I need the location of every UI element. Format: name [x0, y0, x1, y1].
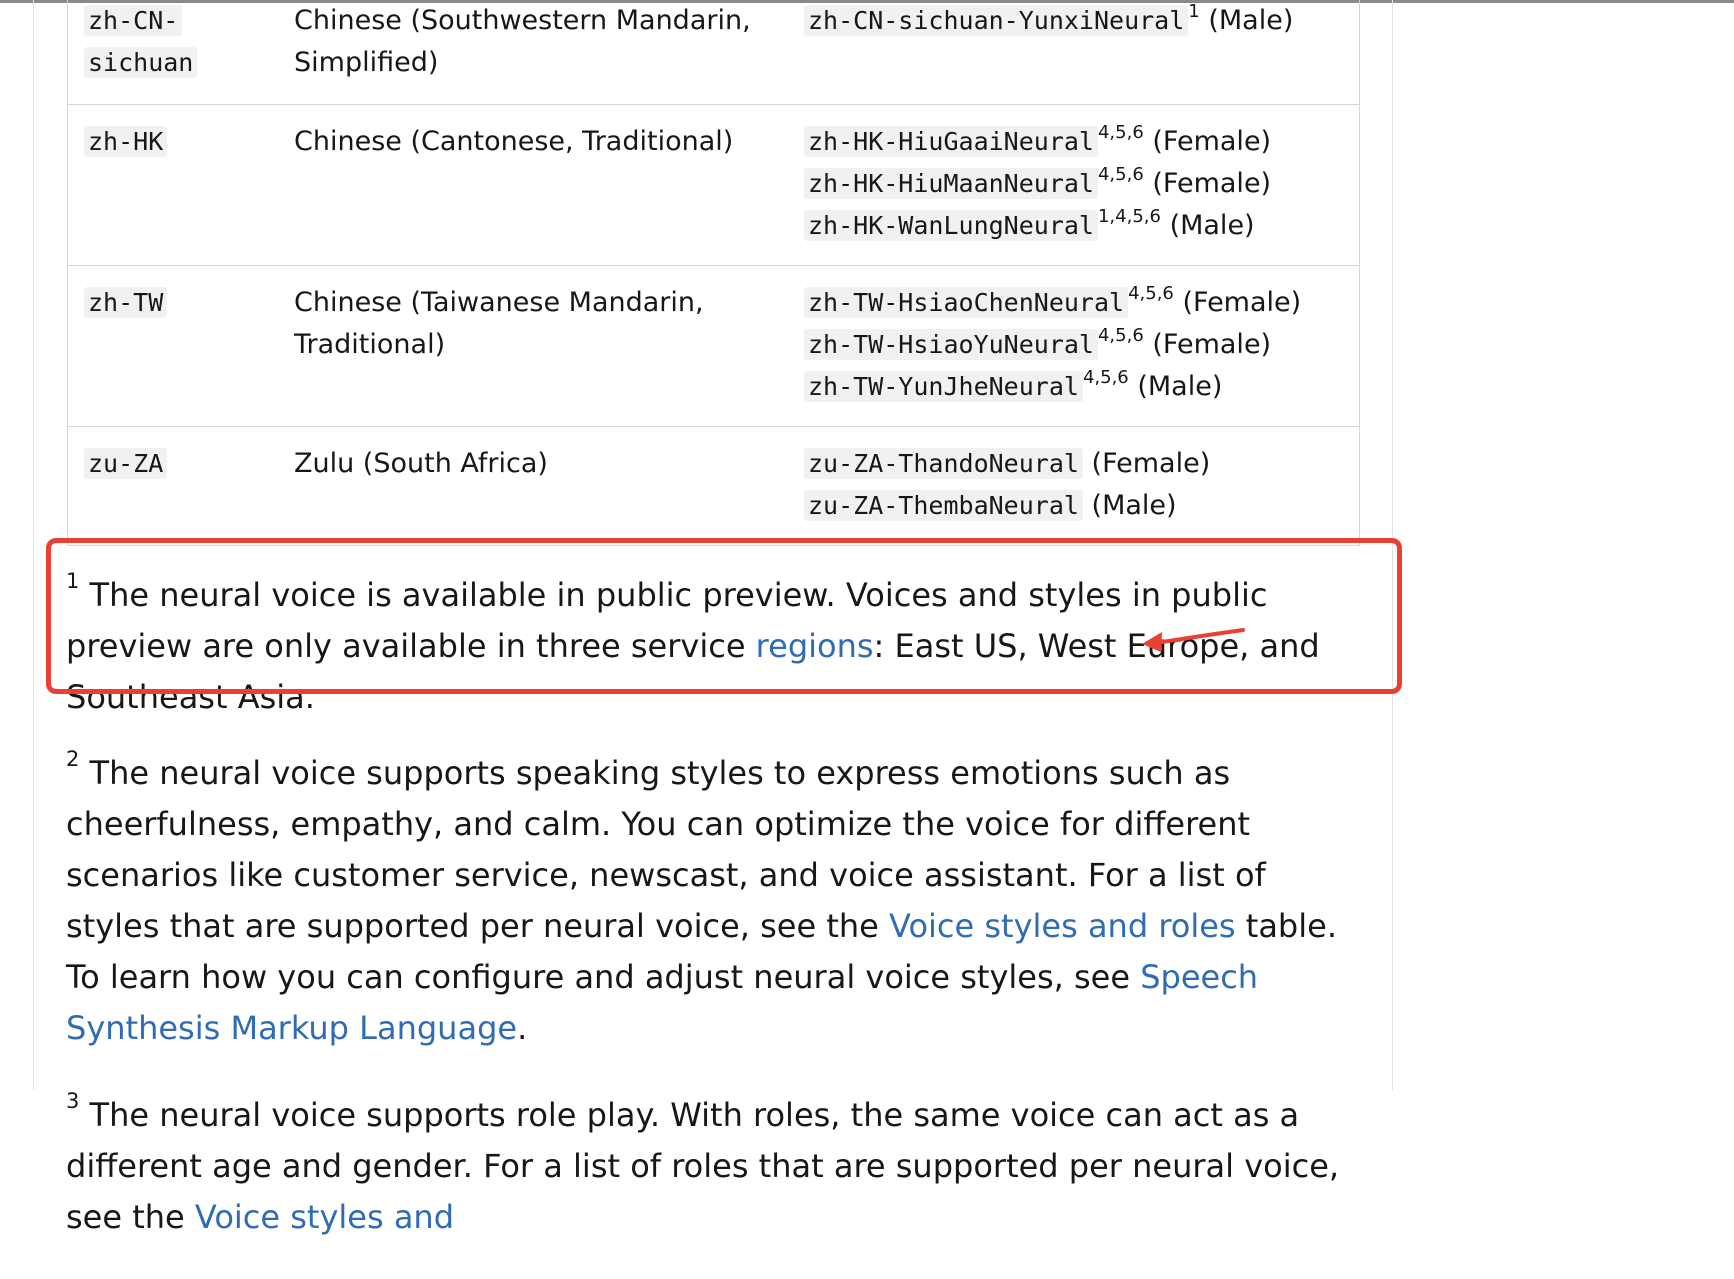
voice-footnote-ref: 4,5,6	[1082, 367, 1129, 388]
language-name: Chinese (Taiwanese Mandarin,	[294, 287, 704, 318]
voices-cell: zu-ZA-ThandoNeural (Female) zu-ZA-Themba…	[804, 426, 1360, 546]
table-row: zh-CN- sichuan Chinese (Southwestern Man…	[67, 0, 1360, 105]
voice-entry: zh-TW-YunJheNeural 4,5,6 (Male)	[804, 366, 1359, 408]
voice-styles-roles-link[interactable]: Voice styles and roles	[889, 907, 1236, 945]
voice-entry: zu-ZA-ThembaNeural (Male)	[804, 485, 1359, 527]
voice-gender: (Male)	[1169, 210, 1255, 241]
voice-entry: zh-TW-HsiaoChenNeural 4,5,6 (Female)	[804, 282, 1359, 324]
locale-cell: zh-TW	[67, 265, 294, 427]
voice-name: zh-HK-HiuGaaiNeural	[804, 126, 1098, 157]
highlight-annotation-box	[46, 538, 1402, 694]
locale-code: zh-CN-	[84, 5, 183, 36]
locale-code: zh-TW	[84, 287, 168, 318]
voice-footnote-ref: 4,5,6	[1097, 164, 1144, 185]
voice-gender: (Female)	[1152, 329, 1272, 360]
language-cell: Chinese (Taiwanese Mandarin, Traditional…	[294, 265, 804, 427]
voice-name: zu-ZA-ThandoNeural	[804, 448, 1083, 479]
voice-footnote-ref: 4,5,6	[1097, 122, 1144, 143]
locale-cell: zu-ZA	[67, 426, 294, 546]
locale-cell: zh-HK	[67, 104, 294, 266]
voice-name: zu-ZA-ThembaNeural	[804, 490, 1083, 521]
language-cell: Chinese (Cantonese, Traditional)	[294, 104, 804, 266]
footnote-text: .	[517, 1009, 528, 1047]
voice-styles-link[interactable]: Voice styles and	[195, 1198, 454, 1236]
language-name: Simplified)	[294, 47, 439, 78]
voice-footnote-ref: 4,5,6	[1128, 283, 1174, 304]
voice-footnote-ref: 1,4,5,6	[1097, 206, 1161, 227]
language-name: Traditional)	[294, 329, 446, 360]
voice-name: zh-TW-HsiaoChenNeural	[804, 287, 1129, 318]
footnote-number: 2	[66, 747, 80, 772]
table-row: zh-TW Chinese (Taiwanese Mandarin, Tradi…	[67, 265, 1360, 427]
voice-gender: (Male)	[1091, 490, 1177, 521]
voice-footnote-ref: 4,5,6	[1097, 325, 1144, 346]
voice-entry: zu-ZA-ThandoNeural (Female)	[804, 443, 1359, 485]
locale-code: zu-ZA	[84, 448, 168, 479]
voices-cell: zh-CN-sichuan-YunxiNeural 1 (Male)	[804, 0, 1360, 105]
voice-name: zh-TW-YunJheNeural	[804, 371, 1083, 402]
voices-cell: zh-TW-HsiaoChenNeural 4,5,6 (Female) zh-T…	[804, 265, 1360, 427]
language-cell: Chinese (Southwestern Mandarin, Simplifi…	[294, 0, 804, 105]
voice-name: zh-TW-HsiaoYuNeural	[804, 329, 1098, 360]
language-name: Zulu (South Africa)	[294, 448, 548, 479]
locale-code: sichuan	[84, 47, 198, 78]
voice-gender: (Male)	[1137, 371, 1223, 402]
locale-cell: zh-CN- sichuan	[67, 0, 294, 105]
voice-gender: (Female)	[1152, 168, 1272, 199]
locale-code: zh-HK	[84, 126, 168, 157]
voice-entry: zh-CN-sichuan-YunxiNeural 1 (Male)	[804, 0, 1359, 42]
table-row: zu-ZA Zulu (South Africa) zu-ZA-ThandoNe…	[67, 426, 1360, 546]
voice-entry: zh-HK-HiuMaanNeural 4,5,6 (Female)	[804, 163, 1359, 205]
language-cell: Zulu (South Africa)	[294, 426, 804, 546]
language-name: Chinese (Cantonese, Traditional)	[294, 126, 734, 157]
voice-name: zh-HK-HiuMaanNeural	[804, 168, 1098, 199]
red-arrow-icon	[1142, 628, 1245, 652]
table-row: zh-HK Chinese (Cantonese, Traditional) z…	[67, 104, 1360, 266]
content-border-left	[33, 0, 34, 1090]
voice-table: zh-CN- sichuan Chinese (Southwestern Man…	[67, 0, 1360, 546]
voice-entry: zh-HK-HiuGaaiNeural 4,5,6 (Female)	[804, 121, 1359, 163]
voice-gender: (Female)	[1182, 287, 1302, 318]
voice-name: zh-CN-sichuan-YunxiNeural	[804, 5, 1189, 36]
language-name: Chinese (Southwestern Mandarin,	[294, 5, 751, 36]
voice-entry: zh-HK-WanLungNeural 1,4,5,6 (Male)	[804, 205, 1359, 247]
voice-entry: zh-TW-HsiaoYuNeural 4,5,6 (Female)	[804, 324, 1359, 366]
voice-name: zh-HK-WanLungNeural	[804, 210, 1098, 241]
voice-gender: (Female)	[1152, 126, 1272, 157]
voices-cell: zh-HK-HiuGaaiNeural 4,5,6 (Female) zh-HK-…	[804, 104, 1360, 266]
footnote-3: 3 The neural voice supports role play. W…	[66, 1090, 1366, 1243]
voice-gender: (Male)	[1208, 5, 1294, 36]
voice-gender: (Female)	[1091, 448, 1211, 479]
footnote-number: 3	[66, 1089, 80, 1114]
voice-footnote-ref: 1	[1188, 1, 1200, 22]
footnote-2: 2 The neural voice supports speaking sty…	[66, 748, 1366, 1054]
